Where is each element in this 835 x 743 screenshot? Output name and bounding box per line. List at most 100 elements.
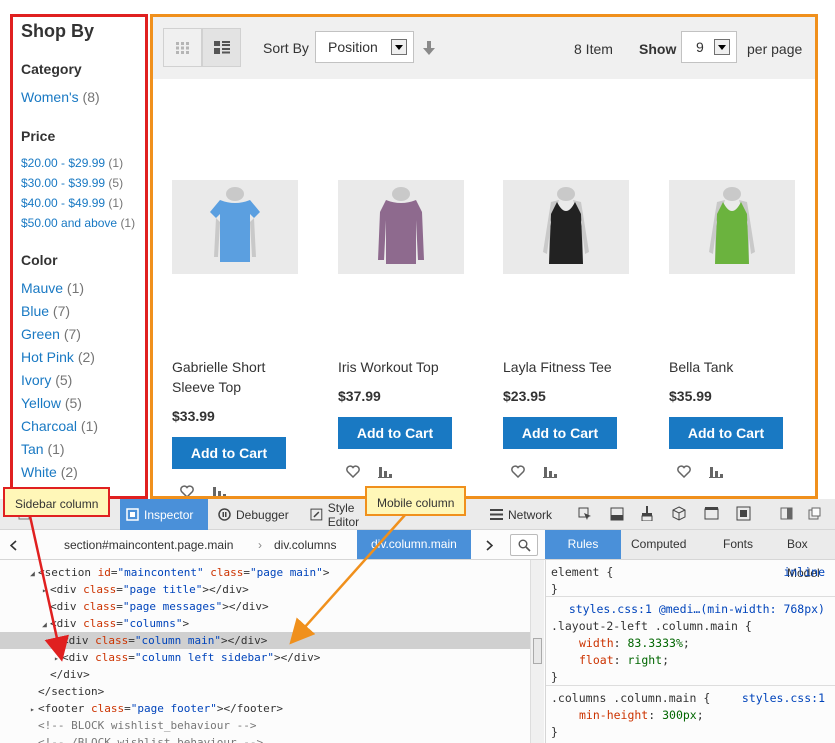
expand-toggle-icon[interactable]: ◢	[42, 616, 50, 633]
tab-network[interactable]: Network	[484, 499, 566, 530]
arrow-down-icon[interactable]	[423, 41, 435, 55]
filter-option[interactable]: White (2)	[21, 461, 137, 484]
screenshot-icon[interactable]	[736, 506, 751, 521]
expand-toggle-icon[interactable]: ▸	[42, 582, 50, 599]
paintbrush-icon[interactable]	[640, 506, 654, 521]
sort-select[interactable]: Position	[315, 31, 414, 63]
filter-link[interactable]: Green	[21, 326, 60, 342]
rule-selector[interactable]: .columns .column.main {	[551, 690, 710, 707]
filter-link[interactable]: $30.00 - $39.99	[21, 176, 105, 190]
markup-attr-value[interactable]: "column left sidebar"	[135, 651, 274, 664]
filter-option[interactable]: Green (7)	[21, 323, 137, 346]
compare-bars-icon[interactable]	[378, 465, 392, 478]
filter-link[interactable]: $50.00 and above	[21, 216, 117, 230]
markup-node[interactable]: ▸ <div class="column left sidebar"></div>	[0, 649, 530, 666]
css-value[interactable]: right	[627, 653, 662, 667]
markup-attr-name[interactable]: class	[83, 583, 116, 596]
list-view-button[interactable]	[202, 28, 241, 67]
wishlist-heart-icon[interactable]	[180, 485, 194, 498]
product-image[interactable]	[172, 180, 298, 274]
add-to-cart-button[interactable]: Add to Cart	[172, 437, 286, 469]
filter-link[interactable]: $40.00 - $49.99	[21, 196, 105, 210]
grid-view-button[interactable]	[163, 28, 202, 67]
filter-link[interactable]: $20.00 - $29.99	[21, 156, 105, 170]
markup-attr-value[interactable]: "maincontent"	[117, 566, 203, 579]
rule-source[interactable]: inline	[783, 564, 825, 581]
filter-option[interactable]: Women's (8)	[21, 86, 137, 109]
markup-attr-value[interactable]: "columns"	[123, 617, 183, 630]
css-value[interactable]: 300px	[662, 708, 697, 722]
product-image[interactable]	[338, 180, 464, 274]
expand-toggle-icon[interactable]: ◢	[30, 565, 38, 582]
product-image[interactable]	[669, 180, 795, 274]
filter-option[interactable]: Blue (7)	[21, 300, 137, 323]
3d-view-icon[interactable]	[672, 506, 686, 521]
markup-node-selected[interactable]: <div class="column main"></div>	[0, 632, 530, 649]
compare-bars-icon[interactable]	[709, 465, 723, 478]
markup-node[interactable]: <!-- /BLOCK wishlist_behaviour -->	[0, 734, 530, 743]
markup-attr-value[interactable]: "page messages"	[123, 600, 222, 613]
tab-fonts[interactable]: Fonts	[713, 530, 763, 559]
filter-link[interactable]: Blue	[21, 303, 49, 319]
scrollbar-thumb[interactable]	[533, 638, 542, 664]
rule-declaration[interactable]: width: 83.3333%;	[579, 635, 690, 652]
limiter-select[interactable]: 9	[681, 31, 737, 63]
filter-option[interactable]: $30.00 - $39.99 (5)	[21, 173, 137, 193]
markup-attr-value[interactable]: "column main"	[135, 634, 221, 647]
rule-selector[interactable]: element {	[551, 564, 613, 581]
rule-selector[interactable]: .layout-2-left .column.main {	[551, 618, 752, 635]
markup-attr-value[interactable]: "page main"	[250, 566, 323, 579]
product-name[interactable]: Bella Tank	[669, 357, 809, 377]
filter-option[interactable]: $50.00 and above (1)	[21, 213, 137, 233]
popout-window-icon[interactable]	[808, 507, 821, 520]
markup-node[interactable]: ▸ <div class="page title"></div>	[0, 581, 530, 598]
product-name[interactable]: Gabrielle Short Sleeve Top	[172, 357, 312, 397]
markup-node[interactable]: ◢ <div class="columns">	[0, 615, 530, 632]
compare-bars-icon[interactable]	[543, 465, 557, 478]
breadcrumb-item[interactable]: div.columns	[274, 538, 336, 552]
markup-attr-name[interactable]: class	[95, 651, 128, 664]
markup-node[interactable]: </section>	[0, 683, 530, 700]
markup-scrollbar[interactable]	[530, 560, 544, 743]
filter-link[interactable]: Yellow	[21, 395, 61, 411]
markup-node[interactable]: ▸ <footer class="page footer"></footer>	[0, 700, 530, 717]
rule-source[interactable]: styles.css:1	[742, 690, 825, 707]
product-name[interactable]: Layla Fitness Tee	[503, 357, 643, 377]
wishlist-heart-icon[interactable]	[677, 465, 691, 478]
markup-node[interactable]: <div class="page messages"></div>	[0, 598, 530, 615]
breadcrumb-item[interactable]: section#maincontent.page.main	[64, 538, 233, 552]
markup-attr-name[interactable]: class	[95, 634, 128, 647]
product-image[interactable]	[503, 180, 629, 274]
tab-debugger[interactable]: Debugger	[212, 499, 302, 530]
breadcrumb-item-selected[interactable]: div.column.main	[357, 530, 471, 559]
split-console-icon[interactable]	[610, 507, 624, 521]
expand-toggle-icon[interactable]: ▸	[30, 701, 38, 718]
expand-toggle-icon[interactable]: ▸	[54, 650, 62, 667]
product-name[interactable]: Iris Workout Top	[338, 357, 478, 377]
css-value[interactable]: 83.3333%	[627, 636, 682, 650]
markup-attr-value[interactable]: "page title"	[123, 583, 202, 596]
filter-option[interactable]: $40.00 - $49.99 (1)	[21, 193, 137, 213]
markup-attr-name[interactable]: id	[98, 566, 111, 579]
tab-rules[interactable]: Rules	[545, 530, 621, 559]
markup-node[interactable]: </div>	[0, 666, 530, 683]
markup-attr-name[interactable]: class	[83, 617, 116, 630]
filter-link[interactable]: Charcoal	[21, 418, 77, 434]
pick-element-icon[interactable]	[578, 507, 592, 521]
add-to-cart-button[interactable]: Add to Cart	[338, 417, 452, 449]
markup-search-button[interactable]	[510, 534, 538, 556]
tab-box-model[interactable]: Box Model	[777, 530, 835, 580]
add-to-cart-button[interactable]: Add to Cart	[669, 417, 783, 449]
markup-node[interactable]: <!-- BLOCK wishlist_behaviour -->	[0, 717, 530, 734]
wishlist-heart-icon[interactable]	[511, 465, 525, 478]
add-to-cart-button[interactable]: Add to Cart	[503, 417, 617, 449]
filter-option[interactable]: Charcoal (1)	[21, 415, 137, 438]
filter-option[interactable]: Mauve (1)	[21, 277, 137, 300]
rule-declaration[interactable]: min-height: 300px;	[579, 707, 704, 724]
filter-link[interactable]: Women's	[21, 89, 79, 105]
rule-source[interactable]: styles.css:1 @medi…(min-width: 768px)	[569, 601, 825, 618]
filter-link[interactable]: Hot Pink	[21, 349, 74, 365]
tab-computed[interactable]: Computed	[621, 530, 696, 559]
filter-option[interactable]: Yellow (5)	[21, 392, 137, 415]
markup-node[interactable]: ◢ <section id="maincontent" class="page m…	[0, 564, 530, 581]
